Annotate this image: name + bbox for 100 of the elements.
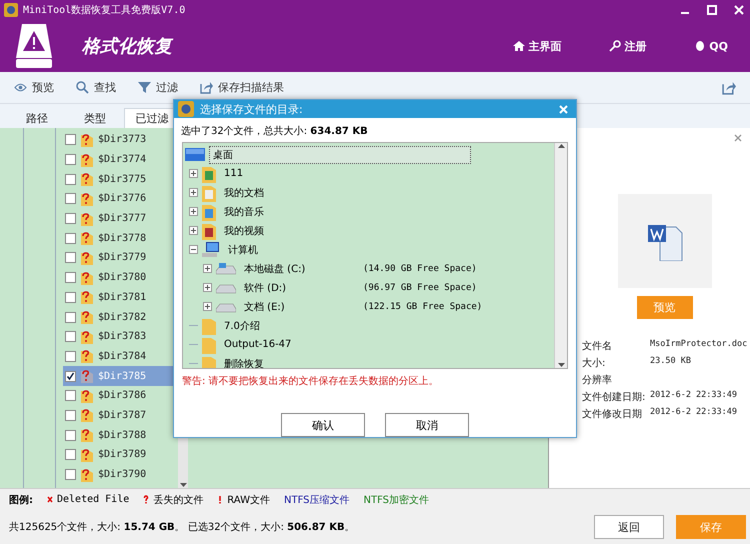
tab[interactable]: 路径: [8, 108, 66, 128]
checkbox[interactable]: [65, 370, 76, 382]
file-row[interactable]: $Dir3783: [63, 326, 178, 347]
nav-link[interactable]: 注册: [609, 38, 646, 54]
legend-label: Deleted File: [57, 494, 130, 505]
folder-label[interactable]: 软件 (D:): [240, 278, 290, 296]
folder-label[interactable]: 111: [220, 166, 248, 181]
folder-label[interactable]: 我的音乐: [220, 202, 268, 220]
checkbox[interactable]: [65, 174, 76, 185]
key-icon: [609, 40, 622, 52]
toolbar-button[interactable]: 预览: [14, 80, 54, 95]
file-row[interactable]: $Dir3789: [63, 445, 178, 465]
folder-label[interactable]: 7.0介绍: [220, 316, 264, 334]
toolbar-button[interactable]: 查找: [76, 80, 116, 95]
toolbar-button[interactable]: 过滤: [138, 80, 178, 95]
expand-toggle-icon[interactable]: [203, 302, 212, 311]
detail-label: 文件名: [582, 340, 613, 353]
file-row[interactable]: $Dir3779: [63, 248, 178, 268]
folder-icon: [202, 354, 216, 368]
back-button[interactable]: 返回: [594, 515, 664, 539]
file-row[interactable]: $Dir3786: [63, 386, 178, 406]
folder-icon: [202, 202, 216, 220]
folder-label[interactable]: 我的视频: [220, 222, 268, 240]
folder-label[interactable]: Output-16-47: [220, 337, 296, 352]
file-name: $Dir3774: [98, 154, 146, 166]
file-row[interactable]: $Dir3780: [63, 268, 178, 288]
lost-folder-icon: [80, 349, 94, 364]
scroll-up-icon[interactable]: [558, 143, 564, 148]
warning-drive-icon: [16, 24, 52, 68]
folder-icon: [202, 336, 216, 354]
expand-toggle-icon[interactable]: [203, 283, 212, 292]
checkbox[interactable]: [65, 430, 76, 441]
legend-label: RAW文件: [227, 494, 270, 506]
checkbox[interactable]: [65, 410, 76, 421]
lost-folder-icon: [80, 192, 94, 206]
dialog-title: 选择保存文件的目录:: [200, 102, 304, 116]
collapse-toggle-icon[interactable]: [189, 245, 198, 254]
checkbox[interactable]: [65, 154, 76, 166]
scroll-down-icon[interactable]: [558, 363, 564, 368]
checkbox[interactable]: [65, 232, 76, 244]
checkbox[interactable]: [65, 252, 76, 264]
folder-label[interactable]: 计算机: [224, 240, 262, 258]
folder-label[interactable]: 本地磁盘 (C:): [240, 260, 310, 278]
file-row[interactable]: $Dir3790: [63, 464, 178, 484]
expand-toggle-icon[interactable]: [189, 188, 198, 197]
file-row[interactable]: $Dir3773: [63, 130, 178, 150]
maximize-icon[interactable]: [705, 3, 719, 17]
toolbar-button[interactable]: 保存扫描结果: [200, 80, 284, 95]
file-row[interactable]: $Dir3775: [63, 169, 178, 190]
checkbox[interactable]: [65, 449, 76, 460]
lost-folder-icon: [80, 152, 94, 167]
checkbox[interactable]: [65, 292, 76, 303]
folder-label[interactable]: 文档 (E:): [240, 298, 289, 316]
confirm-button[interactable]: 确认: [281, 413, 365, 437]
folder-label[interactable]: 我的文档: [220, 184, 268, 202]
checkbox[interactable]: [65, 193, 76, 204]
lost-folder-icon: [80, 388, 94, 403]
checkbox[interactable]: [65, 469, 76, 480]
status-text: 共125625个文件，大小: 15.74 GB。 已选32个文件，大小: 506.87 KB。: [9, 520, 356, 534]
file-row[interactable]: $Dir3781: [63, 288, 178, 308]
file-name: $Dir3781: [98, 292, 146, 303]
checkbox[interactable]: [65, 390, 76, 402]
tab[interactable]: 类型: [66, 108, 124, 128]
file-row[interactable]: $Dir3784: [63, 346, 178, 366]
file-row[interactable]: $Dir3776: [63, 189, 178, 209]
checkbox[interactable]: [65, 312, 76, 323]
cancel-button[interactable]: 取消: [385, 413, 469, 437]
expand-toggle-icon[interactable]: [189, 226, 198, 235]
checkbox[interactable]: [65, 213, 76, 224]
detail-value: 23.50 KB: [650, 356, 692, 368]
lost-folder-icon: [80, 428, 94, 442]
expand-toggle-icon[interactable]: [189, 169, 198, 178]
file-row[interactable]: $Dir3774: [63, 150, 178, 170]
file-name: $Dir3778: [98, 232, 146, 244]
drive-icon: [216, 300, 236, 312]
lost-folder-icon: [80, 250, 94, 265]
lost-folder-icon: [80, 212, 94, 226]
folder-label[interactable]: 删除恢复: [220, 354, 268, 368]
folder-label[interactable]: 桌面: [209, 146, 471, 164]
expand-toggle-icon[interactable]: [203, 264, 212, 273]
file-name: $Dir3784: [98, 350, 146, 362]
file-row[interactable]: $Dir3787: [63, 406, 178, 426]
cross-icon: [47, 495, 53, 504]
eye-icon: [14, 83, 27, 92]
selection-summary: 选中了32个文件，总共大小: 634.87 KB: [181, 124, 369, 138]
checkbox[interactable]: [65, 272, 76, 284]
file-name: $Dir3788: [98, 430, 146, 441]
file-row[interactable]: $Dir3788: [63, 425, 178, 445]
file-row[interactable]: $Dir3778: [63, 228, 178, 248]
close-icon[interactable]: [732, 3, 746, 17]
checkbox[interactable]: [65, 134, 76, 146]
nav-link[interactable]: QQ: [694, 40, 728, 52]
checkbox[interactable]: [65, 350, 76, 362]
nav-link[interactable]: 主界面: [513, 38, 562, 54]
share-icon[interactable]: [722, 80, 736, 94]
expand-toggle-icon[interactable]: [189, 207, 198, 216]
home-icon: [513, 40, 526, 52]
checkbox[interactable]: [65, 331, 76, 342]
file-row[interactable]: $Dir3777: [63, 208, 178, 228]
file-row[interactable]: $Dir3782: [63, 307, 178, 327]
